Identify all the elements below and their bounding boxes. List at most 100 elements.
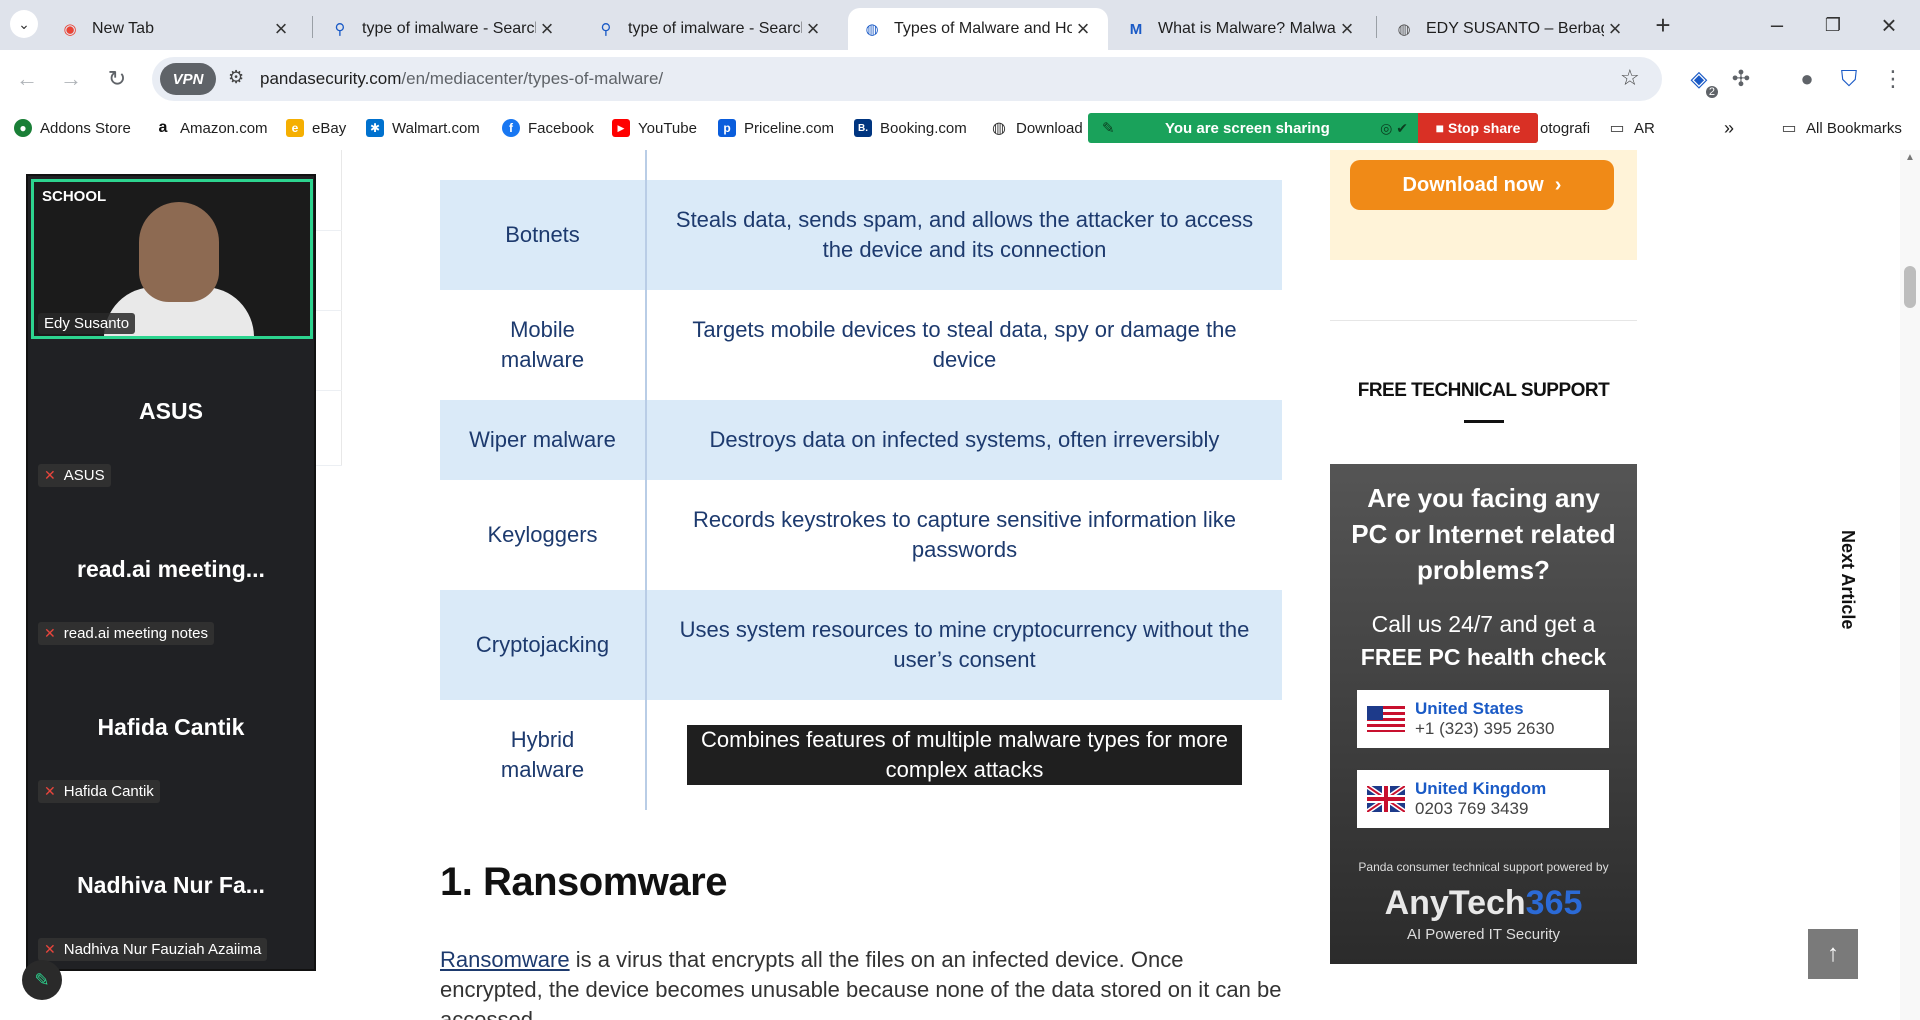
tab-types-of-malware[interactable]: ◍ Types of Malware and How × (848, 8, 1108, 50)
bookmark-label: Booking.com (880, 119, 967, 137)
ransomware-link[interactable]: Ransomware (440, 947, 570, 972)
bookmark-download[interactable]: ◍ Download (990, 116, 1083, 140)
tab-search-dropdown[interactable]: ⌄ (10, 10, 38, 38)
extension-badge: 2 (1705, 86, 1718, 98)
restore-button[interactable]: ❐ (1818, 10, 1848, 40)
participant-tag: ✕ read.ai meeting notes (38, 622, 214, 645)
close-icon[interactable]: × (1072, 16, 1094, 42)
scroll-up-icon[interactable]: ▲ (1905, 152, 1915, 163)
globe-icon: ◍ (1397, 21, 1411, 38)
all-bookmarks[interactable]: ▭ All Bookmarks (1780, 116, 1902, 140)
mic-muted-icon: ✕ (44, 941, 56, 957)
close-icon[interactable]: × (1336, 16, 1358, 42)
malwarebytes-icon: M (1129, 20, 1143, 38)
bookmark-label: Addons Store (40, 119, 131, 137)
divider (1330, 320, 1637, 321)
tab-search-1[interactable]: ⚲ type of imalware - Search × (316, 8, 572, 50)
participant-tile-name: Hafida Cantik (97, 714, 245, 740)
ad-call: Call us 24/7 and get a FREE PC health ch… (1330, 608, 1637, 674)
bookmark-priceline[interactable]: p Priceline.com (718, 116, 834, 140)
participant-tile-name: Nadhiva Nur Fa... (77, 872, 265, 898)
participant-tag: ✕ Hafida Cantik (38, 780, 160, 803)
forward-button[interactable]: → (56, 64, 86, 94)
screen-share-bar: ✎ You are screen sharing ◎ ✔ ■ Stop shar… (1088, 113, 1538, 143)
selected-text[interactable]: Combines features of multiple malware ty… (687, 725, 1242, 785)
bookmark-booking[interactable]: B. Booking.com (854, 116, 967, 140)
tab-divider (312, 16, 313, 38)
url-text[interactable]: pandasecurity.com/en/mediacenter/types-o… (260, 69, 663, 89)
meeting-panel: SCHOOL Edy Susanto ASUS ✕ ASUS read.ai me… (26, 174, 316, 971)
pen-icon[interactable]: ✎ (22, 960, 62, 1000)
vpn-badge[interactable]: VPN (160, 63, 216, 95)
bookmark-amazon[interactable]: a Amazon.com (154, 116, 268, 140)
reload-button[interactable]: ↻ (102, 64, 132, 94)
tab-search-2[interactable]: ⚲ type of imalware - Search × (582, 8, 838, 50)
next-article-link[interactable]: Next Article (1818, 530, 1858, 670)
bookmark-addons-store[interactable]: ● Addons Store (14, 116, 131, 140)
scrollbar[interactable]: ▲ (1900, 150, 1920, 1020)
puzzle-icon[interactable]: ✣ (1726, 64, 1756, 94)
bookmark-fotografi[interactable]: otografi (1540, 116, 1590, 140)
uk-flag-icon (1367, 786, 1405, 812)
country-uk[interactable]: United Kingdom 0203 769 3439 (1357, 770, 1609, 828)
youtube-icon: ▶ (612, 119, 630, 137)
site-info-icon[interactable]: ⚙ (228, 67, 244, 88)
walmart-icon: ✱ (366, 119, 384, 137)
country-us[interactable]: United States +1 (323) 395 2630 (1357, 690, 1609, 748)
stop-share-button[interactable]: ■ Stop share (1418, 113, 1538, 143)
bookmark-facebook[interactable]: f Facebook (502, 116, 594, 140)
shield-icon[interactable]: ⛉ (1834, 64, 1864, 94)
presenter-video[interactable]: SCHOOL Edy Susanto (31, 179, 313, 339)
bookmark-walmart[interactable]: ✱ Walmart.com (366, 116, 480, 140)
minimize-button[interactable]: – (1762, 10, 1792, 40)
support-ad[interactable]: Are you facing any PC or Internet relate… (1330, 464, 1637, 964)
malware-description: Destroys data on infected systems, often… (709, 427, 1220, 452)
profile-icon[interactable]: ● (1792, 64, 1822, 94)
close-icon[interactable]: × (802, 16, 824, 42)
malware-type: Mobile malware (440, 290, 647, 400)
table-row: Cryptojacking Uses system resources to m… (440, 590, 1282, 700)
bookmark-ebay[interactable]: e eBay (286, 116, 346, 140)
scrollbar-thumb[interactable] (1904, 266, 1916, 308)
support-heading: FREE TECHNICAL SUPPORT (1357, 380, 1610, 401)
star-icon[interactable]: ☆ (1620, 65, 1640, 91)
more-bookmarks-icon[interactable]: » (1724, 116, 1734, 140)
all-bookmarks-label: All Bookmarks (1806, 119, 1902, 137)
malware-type: Hybrid malware (440, 700, 647, 810)
download-now-button[interactable]: Download now › (1350, 160, 1614, 210)
tab-new-tab[interactable]: ◉ New Tab × (46, 8, 306, 50)
bookmark-label: Download (1016, 119, 1083, 137)
address-bar[interactable]: VPN ⚙ pandasecurity.com/en/mediacenter/t… (152, 57, 1662, 101)
close-icon[interactable]: × (270, 16, 292, 42)
participant-tag: ✕ Nadhiva Nur Fauziah Azaiima (38, 938, 268, 961)
back-button[interactable]: ← (12, 64, 42, 94)
new-tab-button[interactable]: + (1648, 10, 1678, 40)
ad-question: Are you facing any PC or Internet relate… (1351, 483, 1616, 585)
bookmark-label: AR (1634, 119, 1655, 137)
pin-icon[interactable]: ✎ (1102, 119, 1115, 137)
chrome-icon: ◉ (63, 21, 77, 38)
web-page: SCHOOL Edy Susanto ASUS ✕ ASUS read.ai me… (0, 150, 1920, 1020)
participant-label: ASUS (63, 467, 105, 484)
screen-share-message: You are screen sharing (1164, 119, 1330, 137)
extension-icon[interactable]: ◈ 2 (1684, 64, 1718, 98)
mic-muted-icon: ✕ (44, 625, 56, 641)
back-to-top-button[interactable]: ↑ (1808, 929, 1858, 979)
anytech-logo: AnyTech365 (1330, 884, 1637, 923)
close-icon[interactable]: × (536, 16, 558, 42)
tab-edy-susanto[interactable]: ◍ EDY SUSANTO – Berbagi P × (1380, 8, 1640, 50)
tab-what-is-malware[interactable]: M What is Malware? Malware × (1112, 8, 1372, 50)
tab-divider (1376, 16, 1377, 38)
bookmarks-bar: ● Addons Store a Amazon.com e eBay ✱ Walmart… (0, 108, 1920, 148)
heading-underline (1464, 420, 1504, 423)
malware-type: Cryptojacking (440, 590, 647, 700)
bookmark-folder-ar[interactable]: ▭ AR (1608, 116, 1655, 140)
ebay-icon: e (286, 119, 304, 137)
brand-tagline: AI Powered IT Security (1406, 926, 1561, 943)
school-logo: SCHOOL (42, 188, 107, 205)
bookmark-youtube[interactable]: ▶ YouTube (612, 116, 697, 140)
close-window-button[interactable]: × (1874, 10, 1904, 40)
bookmark-label: YouTube (638, 119, 697, 137)
menu-icon[interactable]: ⋮ (1878, 64, 1908, 94)
close-icon[interactable]: × (1604, 16, 1626, 42)
